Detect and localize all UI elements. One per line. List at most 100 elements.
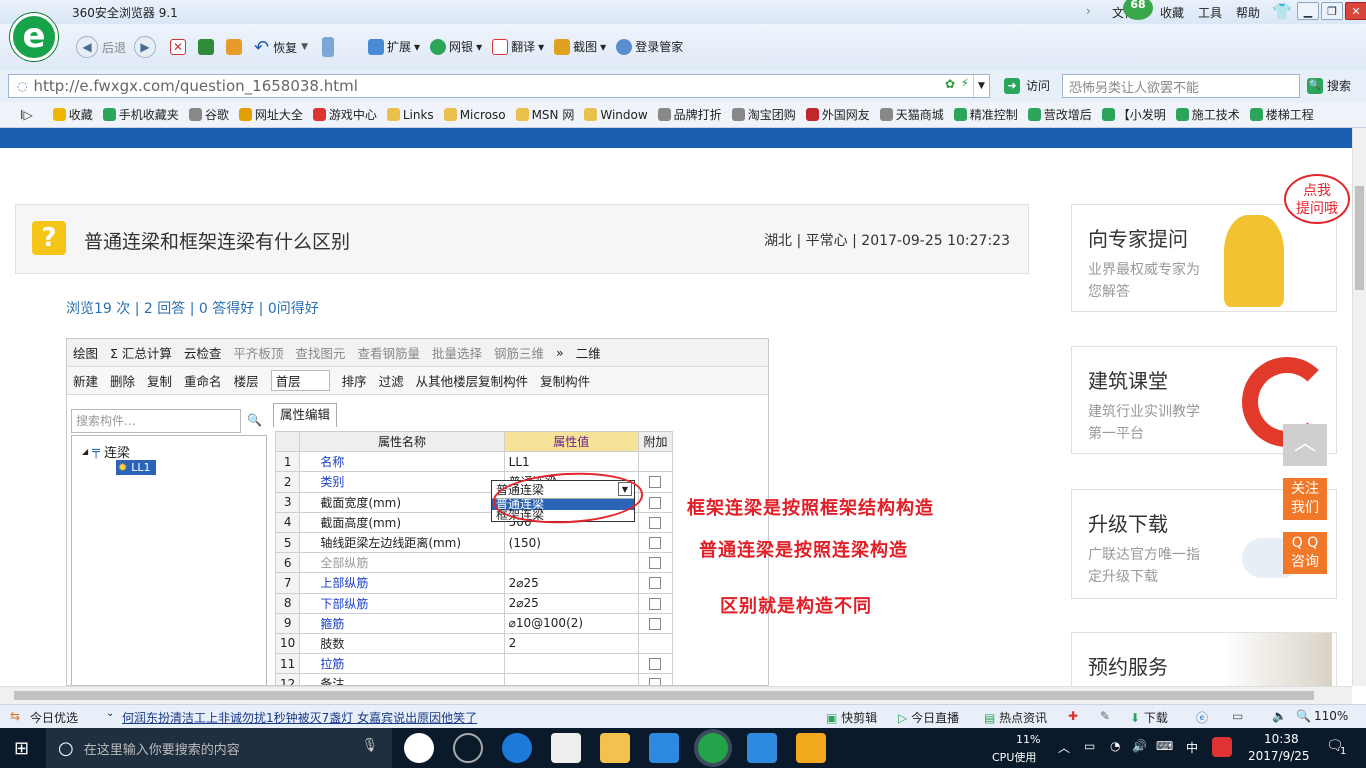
- software-tool-button[interactable]: 复制: [147, 371, 172, 390]
- file-explorer-icon[interactable]: [600, 733, 630, 763]
- software-tool-button[interactable]: 从其他楼层复制构件: [416, 371, 529, 390]
- property-value[interactable]: 2: [503, 632, 639, 655]
- extra-checkbox-cell[interactable]: [637, 612, 674, 634]
- table-row[interactable]: 8 下部纵筋 2⌀25: [274, 592, 674, 614]
- favorite-item[interactable]: 营改增后: [1027, 106, 1092, 123]
- favorite-item[interactable]: Microso: [443, 108, 506, 122]
- maximize-button[interactable]: ❐: [1321, 2, 1343, 20]
- search-input[interactable]: 恐怖另类让人欲罢不能: [1062, 74, 1300, 98]
- zoom-level[interactable]: 110%: [1314, 709, 1348, 723]
- bank-button[interactable]: 网银 ▾: [430, 38, 482, 55]
- pin-icon[interactable]: ✎: [1100, 709, 1110, 723]
- ime-indicator[interactable]: 中: [1186, 739, 1198, 756]
- refresh-icon[interactable]: [198, 39, 215, 55]
- store-icon[interactable]: [551, 733, 581, 763]
- mic-icon[interactable]: 🎙: [361, 738, 378, 753]
- favorite-item[interactable]: 网址大全: [238, 106, 303, 123]
- hot-news-button[interactable]: ▤ 热点资讯: [984, 709, 1047, 726]
- edge-icon[interactable]: [502, 733, 532, 763]
- question-stats[interactable]: 浏览19 次 | 2 回答 | 0 答得好 | 0问得好: [66, 298, 319, 318]
- table-row[interactable]: 7 上部纵筋 2⌀25: [274, 572, 674, 594]
- login-manager-button[interactable]: 登录管家: [616, 38, 683, 55]
- taskbar-search[interactable]: ○ 在这里输入你要搜索的内容 🎙: [46, 728, 392, 768]
- favorite-item[interactable]: 天猫商城: [879, 106, 944, 123]
- extra-checkbox-cell[interactable]: [637, 451, 674, 473]
- notes-icon[interactable]: [796, 733, 826, 763]
- table-row[interactable]: 6 全部纵筋: [274, 552, 674, 574]
- software-tool-button[interactable]: 过滤: [379, 371, 404, 390]
- software-tool-button[interactable]: »: [556, 345, 564, 360]
- checkbox[interactable]: [649, 537, 662, 550]
- software-tool-button[interactable]: 云检查: [184, 343, 222, 362]
- property-value[interactable]: 2⌀25: [503, 572, 639, 594]
- daily-pick-label[interactable]: 今日优选: [30, 709, 78, 726]
- property-value[interactable]: LL1: [503, 451, 639, 473]
- url-input[interactable]: http://e.fwxgx.com/question_1658038.html: [33, 77, 357, 95]
- menu-favorites[interactable]: 收藏: [1160, 4, 1184, 21]
- property-value[interactable]: [503, 653, 639, 675]
- checkbox[interactable]: [649, 496, 662, 509]
- table-row[interactable]: 10 肢数 2: [274, 632, 674, 655]
- checkbox[interactable]: [649, 658, 662, 671]
- hscroll-thumb[interactable]: [14, 691, 1314, 700]
- software-tool-button[interactable]: Σ 汇总计算: [110, 343, 172, 362]
- task-view-icon[interactable]: [404, 733, 434, 763]
- property-value[interactable]: ⌀10@100(2): [503, 612, 639, 634]
- appointment-card[interactable]: 预约服务: [1071, 632, 1337, 686]
- property-value[interactable]: [503, 673, 639, 685]
- software-tool-button[interactable]: 查找图元: [295, 343, 345, 362]
- software-tool-button[interactable]: 复制构件: [540, 371, 590, 390]
- score-badge[interactable]: 68: [1123, 0, 1153, 20]
- secure-icon[interactable]: ✿: [945, 77, 955, 91]
- checkbox[interactable]: [649, 597, 662, 610]
- follow-us-button[interactable]: 关注 我们: [1283, 478, 1327, 520]
- app-g-icon[interactable]: [649, 733, 679, 763]
- favorite-item[interactable]: 谷歌: [188, 106, 229, 123]
- property-value[interactable]: [503, 552, 639, 574]
- software-tool-button[interactable]: 首层: [270, 370, 330, 391]
- software-tool-button[interactable]: 查看钢筋量: [357, 343, 420, 362]
- back-icon[interactable]: ◀: [76, 36, 98, 58]
- medical-icon[interactable]: ✚: [1068, 709, 1078, 723]
- table-row[interactable]: 11 拉筋: [274, 653, 674, 675]
- checkbox[interactable]: [649, 617, 662, 630]
- speed-icon[interactable]: ⚡: [961, 76, 969, 90]
- favorite-item[interactable]: 游戏中心: [312, 106, 377, 123]
- screenshot-button[interactable]: 截图 ▾: [554, 38, 606, 55]
- live-button[interactable]: ▷ 今日直播: [898, 709, 959, 726]
- favorite-item[interactable]: 【小发明: [1101, 106, 1166, 123]
- back-label[interactable]: 后退: [102, 39, 126, 56]
- tree-item-ll1[interactable]: ✹ LL1: [116, 460, 157, 475]
- software-tool-button[interactable]: 绘图: [73, 343, 98, 362]
- table-row[interactable]: 5 轴线距梁左边线距离(mm) (150): [274, 531, 674, 554]
- windows-start-icon[interactable]: ⊞: [14, 738, 29, 759]
- extra-checkbox-cell[interactable]: [637, 511, 674, 533]
- go-icon[interactable]: ➜: [1004, 77, 1020, 94]
- sogou-icon[interactable]: [1212, 737, 1232, 757]
- extra-checkbox-cell[interactable]: [637, 653, 674, 675]
- tree-root[interactable]: ◢ ╤ 连梁: [82, 442, 130, 461]
- app-browser-icon[interactable]: [453, 733, 483, 763]
- clock-time[interactable]: 10:38: [1264, 732, 1299, 746]
- horizontal-scrollbar[interactable]: [0, 686, 1352, 704]
- software-tool-button[interactable]: 重命名: [184, 371, 222, 390]
- extra-checkbox-cell[interactable]: [637, 572, 674, 594]
- qq-consult-button[interactable]: Q Q 咨询: [1283, 532, 1327, 574]
- favorite-item[interactable]: 品牌打折: [657, 106, 722, 123]
- extensions-button[interactable]: 扩展 ▾: [368, 38, 420, 55]
- extra-checkbox-cell[interactable]: [637, 491, 674, 513]
- extra-checkbox-cell[interactable]: [637, 471, 674, 493]
- window-icon[interactable]: ▭: [1232, 709, 1243, 723]
- download-button[interactable]: ⬇ 下载: [1130, 709, 1168, 726]
- stop-icon[interactable]: ✕: [170, 39, 187, 55]
- search-icon[interactable]: 🔍: [1307, 77, 1323, 94]
- tab-property-edit[interactable]: 属性编辑: [273, 403, 337, 427]
- speaker-icon[interactable]: 🔊: [1132, 739, 1147, 753]
- extra-checkbox-cell[interactable]: [637, 592, 674, 614]
- favorite-item[interactable]: 外国网友: [805, 106, 870, 123]
- vertical-scrollbar[interactable]: [1352, 128, 1366, 686]
- battery-icon[interactable]: ▭: [1084, 739, 1095, 753]
- favorite-item[interactable]: Links: [386, 108, 434, 122]
- keyboard-icon[interactable]: ⌨: [1156, 739, 1173, 753]
- component-search-input[interactable]: 搜索构件...: [71, 409, 241, 433]
